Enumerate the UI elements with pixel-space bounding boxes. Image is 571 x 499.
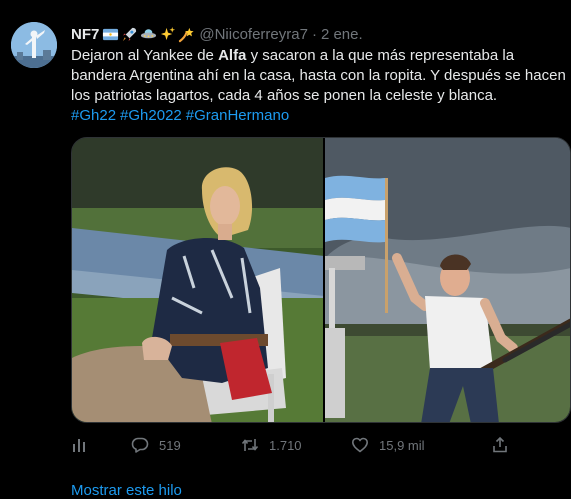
- hashtag-link[interactable]: #Gh22: [71, 107, 116, 124]
- photo-man-flag-image: [324, 138, 570, 422]
- media-grid: [71, 137, 571, 423]
- hashtag-list: #Gh22 #Gh2022 #GranHermano: [71, 106, 567, 126]
- analytics-button[interactable]: [71, 432, 89, 458]
- rocket-icon: [123, 27, 137, 41]
- tweet-header: NF7 @Niicoferreyra7 · 2 ene.: [71, 24, 363, 44]
- photo-woman-chair[interactable]: [72, 138, 323, 422]
- sparkles-icon: [161, 26, 176, 40]
- ufo-icon: [141, 28, 157, 38]
- retweet-count: 1.710: [269, 437, 302, 453]
- like-count: 15,9 mil: [379, 437, 425, 453]
- author-handle[interactable]: @Niicoferreyra7: [199, 26, 308, 43]
- analytics-icon: [73, 439, 85, 452]
- tweet-date[interactable]: 2 ene.: [321, 26, 363, 43]
- photo-man-flag[interactable]: [324, 138, 570, 422]
- tweet-text-bold: Alfa: [218, 47, 247, 64]
- like-button[interactable]: 15,9 mil: [351, 432, 425, 458]
- retweet-icon: [241, 439, 259, 451]
- author-name[interactable]: NF7: [71, 26, 99, 43]
- shooting-star-icon: [179, 27, 194, 42]
- header-separator: ·: [311, 25, 317, 43]
- name-emojis: [102, 26, 195, 43]
- tweet-card[interactable]: NF7 @Niicoferreyra7 · 2 ene. Dejaron al …: [0, 0, 571, 499]
- share-icon: [493, 436, 507, 453]
- argentina-flag-icon: [103, 28, 119, 40]
- avatar-image: [11, 22, 57, 68]
- reply-icon: [131, 437, 149, 453]
- heart-icon: [352, 437, 368, 453]
- hashtag-link[interactable]: #GranHermano: [186, 107, 289, 124]
- photo-woman-chair-image: [72, 138, 323, 422]
- retweet-button[interactable]: 1.710: [241, 432, 302, 458]
- show-thread-link[interactable]: Mostrar este hilo: [71, 482, 182, 499]
- share-button[interactable]: [491, 432, 509, 458]
- avatar[interactable]: [11, 22, 57, 68]
- hashtag-link[interactable]: #Gh2022: [120, 107, 182, 124]
- tweet-actions: 519 1.710 15,9 mil: [71, 432, 511, 458]
- tweet-text-part: Dejaron al Yankee de: [71, 47, 219, 64]
- reply-count: 519: [159, 437, 181, 453]
- reply-button[interactable]: 519: [131, 432, 181, 458]
- tweet-text: Dejaron al Yankee de Alfa y sacaron a la…: [71, 46, 567, 126]
